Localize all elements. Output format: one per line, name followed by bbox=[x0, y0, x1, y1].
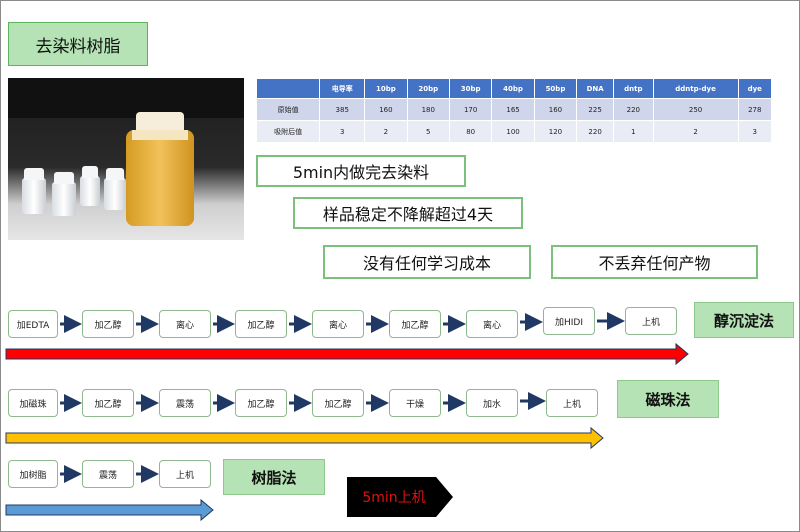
wf2-time-arrow bbox=[5, 426, 604, 450]
wf1-time-arrow bbox=[5, 342, 689, 366]
wf3-time-arrow bbox=[5, 498, 214, 522]
workflow-connectors bbox=[5, 312, 689, 522]
